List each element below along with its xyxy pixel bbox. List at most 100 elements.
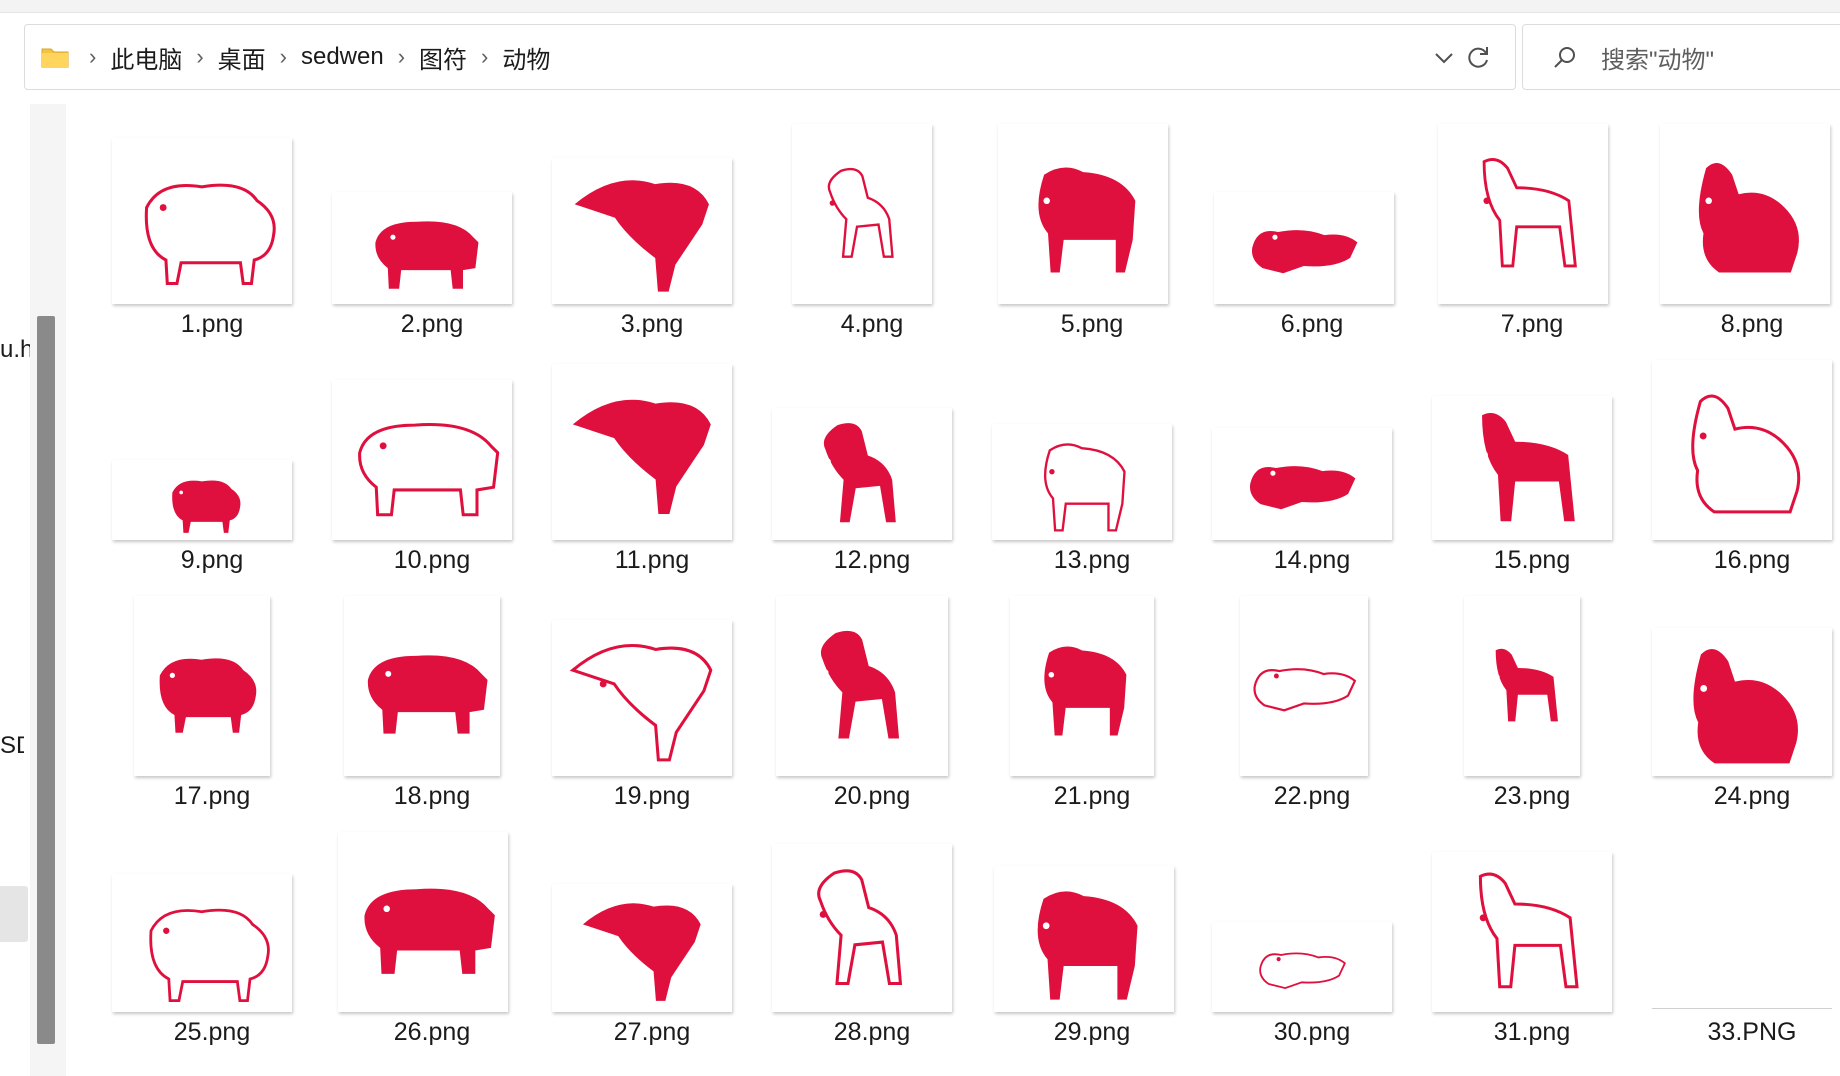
animal-icon <box>144 183 276 285</box>
file-name[interactable]: 20.png <box>762 782 982 811</box>
chevron-right-icon[interactable]: › <box>481 44 488 70</box>
breadcrumb: › 此电脑 › 桌面 › sedwen › 图符 › 动物 <box>75 40 550 75</box>
file-thumbnail[interactable] <box>772 844 952 1012</box>
file-name[interactable]: 25.png <box>102 1018 322 1047</box>
animal-icon <box>1494 648 1558 722</box>
breadcrumb-item[interactable]: 动物 <box>502 40 550 75</box>
file-thumbnail[interactable] <box>332 380 512 540</box>
animal-icon <box>824 423 897 523</box>
file-thumbnail[interactable] <box>792 124 932 304</box>
chevron-right-icon[interactable]: › <box>196 44 203 70</box>
file-thumbnail[interactable] <box>776 596 948 776</box>
file-thumbnail[interactable] <box>552 620 732 776</box>
file-name[interactable]: 10.png <box>322 546 542 575</box>
file-name[interactable]: 14.png <box>1202 546 1422 575</box>
address-bar[interactable]: › 此电脑 › 桌面 › sedwen › 图符 › 动物 <box>24 24 1516 90</box>
file-thumbnail[interactable] <box>1214 192 1394 304</box>
file-name[interactable]: 17.png <box>102 782 322 811</box>
animal-icon <box>820 631 899 739</box>
animal-icon <box>1691 394 1801 514</box>
file-name[interactable]: 19.png <box>542 782 762 811</box>
file-name[interactable]: 21.png <box>982 782 1202 811</box>
chevron-right-icon[interactable]: › <box>89 44 96 70</box>
animal-icon <box>1044 442 1126 532</box>
file-thumbnail[interactable] <box>1652 1008 1832 1013</box>
file-name[interactable]: 23.png <box>1422 782 1642 811</box>
scrollbar-thumb[interactable] <box>37 316 55 1044</box>
file-name[interactable]: 6.png <box>1202 310 1422 339</box>
animal-icon <box>583 903 701 1001</box>
nav-selected-item[interactable] <box>0 886 28 942</box>
animal-icon <box>1482 158 1577 268</box>
file-thumbnail[interactable] <box>1240 596 1368 776</box>
file-thumbnail[interactable] <box>1464 596 1580 776</box>
file-name[interactable]: 1.png <box>102 310 322 339</box>
file-name[interactable]: 33.PNG <box>1642 1018 1840 1047</box>
file-name[interactable]: 24.png <box>1642 782 1840 811</box>
animal-icon <box>149 908 271 1002</box>
file-thumbnail[interactable] <box>112 138 292 304</box>
file-name[interactable]: 5.png <box>982 310 1202 339</box>
search-input[interactable]: 搜索"动物" <box>1522 24 1840 90</box>
chevron-right-icon[interactable]: › <box>280 44 287 70</box>
file-thumbnail[interactable] <box>998 124 1168 304</box>
animal-icon <box>1698 163 1799 273</box>
file-name[interactable]: 8.png <box>1642 310 1840 339</box>
file-thumbnail[interactable] <box>1212 922 1392 1012</box>
file-thumbnail[interactable] <box>552 364 732 540</box>
breadcrumb-item[interactable]: sedwen <box>301 43 384 71</box>
file-name[interactable]: 16.png <box>1642 546 1840 575</box>
animal-icon <box>817 869 903 985</box>
file-thumbnail[interactable] <box>112 460 292 540</box>
nav-item-fragment[interactable]: u.h <box>0 336 32 364</box>
file-name[interactable]: 22.png <box>1202 782 1422 811</box>
breadcrumb-item[interactable]: 桌面 <box>218 40 266 75</box>
folder-icon <box>41 45 71 69</box>
nav-item-fragment[interactable]: SD <box>0 732 24 760</box>
file-name[interactable]: 28.png <box>762 1018 982 1047</box>
file-thumbnail[interactable] <box>338 832 508 1012</box>
breadcrumb-item[interactable]: 图符 <box>419 40 467 75</box>
file-name[interactable]: 13.png <box>982 546 1202 575</box>
file-thumbnail[interactable] <box>1432 396 1612 540</box>
file-name[interactable]: 7.png <box>1422 310 1642 339</box>
file-name[interactable]: 3.png <box>542 310 762 339</box>
file-name[interactable]: 9.png <box>102 546 322 575</box>
file-thumbnail[interactable] <box>994 866 1174 1012</box>
file-name[interactable]: 30.png <box>1202 1018 1422 1047</box>
file-thumbnail[interactable] <box>1432 852 1612 1012</box>
file-name[interactable]: 15.png <box>1422 546 1642 575</box>
animal-icon <box>1252 230 1358 274</box>
file-name[interactable]: 29.png <box>982 1018 1202 1047</box>
file-thumbnail[interactable] <box>344 596 500 776</box>
file-thumbnail[interactable] <box>772 408 952 540</box>
breadcrumb-item[interactable]: 此电脑 <box>110 40 182 75</box>
file-name[interactable]: 26.png <box>322 1018 542 1047</box>
file-thumbnail[interactable] <box>1010 596 1154 776</box>
file-thumbnail[interactable] <box>332 192 512 304</box>
file-thumbnail[interactable] <box>552 158 732 304</box>
file-thumbnail[interactable] <box>1660 124 1830 304</box>
file-thumbnail[interactable] <box>1438 124 1608 304</box>
file-name[interactable]: 11.png <box>542 546 762 575</box>
file-name[interactable]: 2.png <box>322 310 542 339</box>
file-thumbnail[interactable] <box>1212 428 1392 540</box>
animal-icon <box>573 399 711 515</box>
file-thumbnail[interactable] <box>1652 360 1832 540</box>
file-thumbnail[interactable] <box>992 424 1172 540</box>
file-name[interactable]: 4.png <box>762 310 982 339</box>
animal-icon <box>364 888 495 975</box>
file-name[interactable]: 18.png <box>322 782 542 811</box>
file-name[interactable]: 27.png <box>542 1018 762 1047</box>
animal-icon <box>375 221 479 290</box>
file-thumbnail[interactable] <box>1652 628 1832 776</box>
file-name[interactable]: 12.png <box>762 546 982 575</box>
chevron-down-icon[interactable] <box>1429 43 1459 73</box>
file-thumbnail[interactable] <box>112 874 292 1012</box>
animal-icon <box>172 480 241 534</box>
refresh-icon[interactable] <box>1456 36 1500 80</box>
file-name[interactable]: 31.png <box>1422 1018 1642 1047</box>
file-thumbnail[interactable] <box>134 596 270 776</box>
chevron-right-icon[interactable]: › <box>398 44 405 70</box>
file-thumbnail[interactable] <box>552 884 732 1012</box>
